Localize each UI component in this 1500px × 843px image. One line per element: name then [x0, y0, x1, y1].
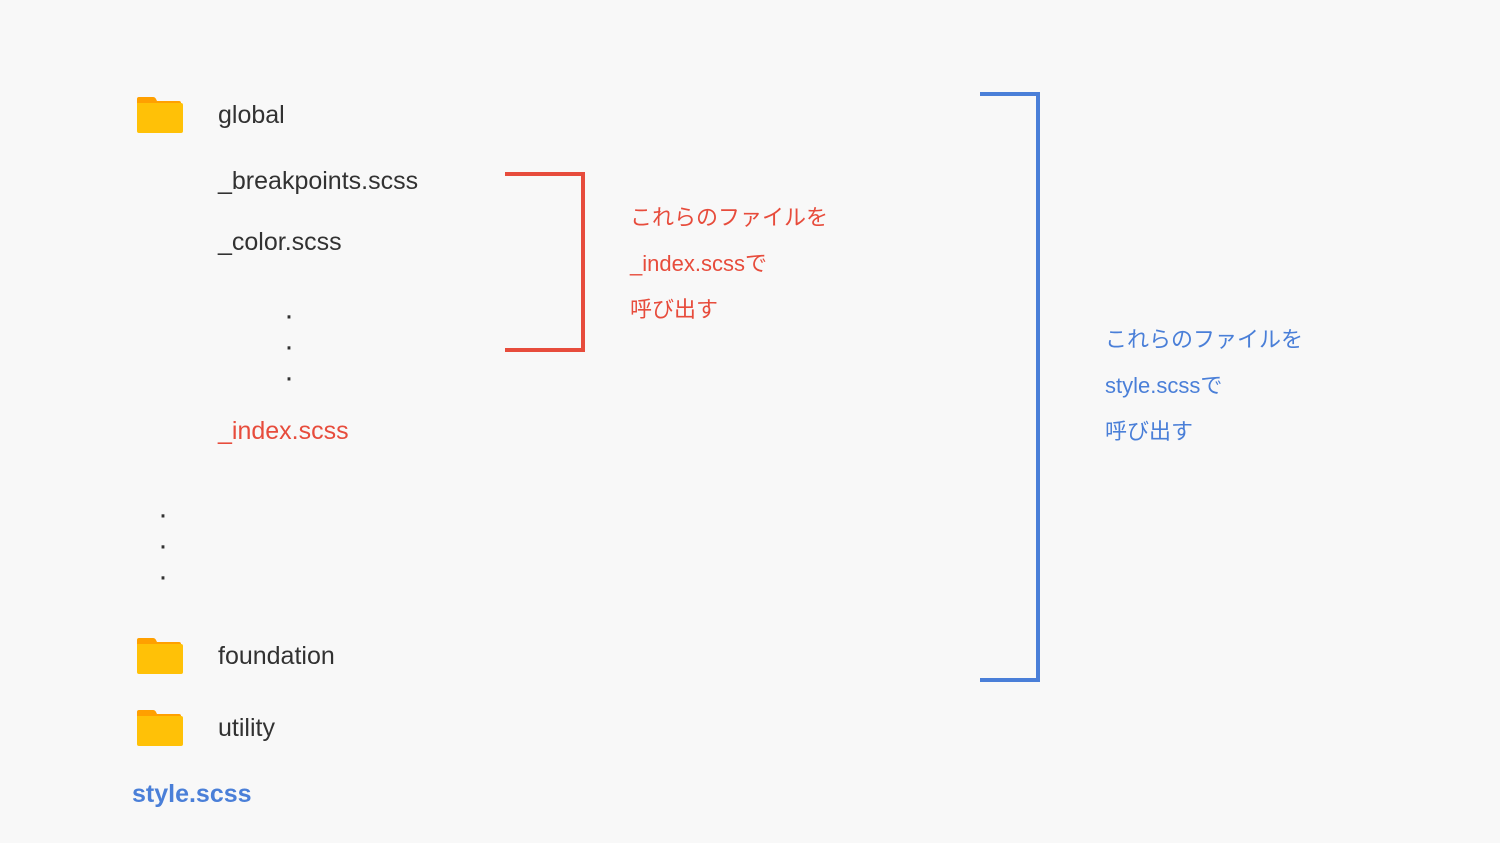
file-color: _color.scss: [135, 228, 418, 257]
folder-icon: [135, 708, 183, 748]
file-style: style.scss: [132, 780, 418, 809]
folder-icon: [135, 95, 183, 135]
file-tree: global _breakpoints.scss _color.scss ···…: [135, 95, 418, 841]
file-label: _color.scss: [218, 228, 342, 257]
annotation-blue: これらのファイルを style.scssで 呼び出す: [1105, 317, 1303, 456]
folder-foundation: foundation: [135, 636, 418, 676]
ellipsis-vertical-icon: ···: [283, 299, 294, 392]
folder-global: global: [135, 95, 418, 135]
file-breakpoints: _breakpoints.scss: [135, 167, 418, 196]
file-index: _index.scss: [135, 417, 418, 446]
file-label: _index.scss: [218, 417, 349, 446]
folder-label: global: [218, 101, 285, 130]
note-line: これらのファイルを: [1105, 317, 1303, 363]
note-line: 呼び出す: [1105, 409, 1303, 455]
file-label: _breakpoints.scss: [218, 167, 418, 196]
ellipsis-vertical-icon: ···: [157, 498, 168, 591]
folder-utility: utility: [135, 708, 418, 748]
note-line: _index.scssで: [630, 241, 828, 287]
annotation-red: これらのファイルを _index.scssで 呼び出す: [630, 195, 828, 334]
folder-label: foundation: [218, 642, 335, 671]
note-line: 呼び出す: [630, 287, 828, 333]
note-line: これらのファイルを: [630, 195, 828, 241]
bracket-blue: [980, 92, 1040, 682]
folder-icon: [135, 636, 183, 676]
file-label: style.scss: [132, 780, 252, 809]
folder-label: utility: [218, 714, 275, 743]
note-line: style.scssで: [1105, 363, 1303, 409]
bracket-red: [505, 172, 585, 352]
